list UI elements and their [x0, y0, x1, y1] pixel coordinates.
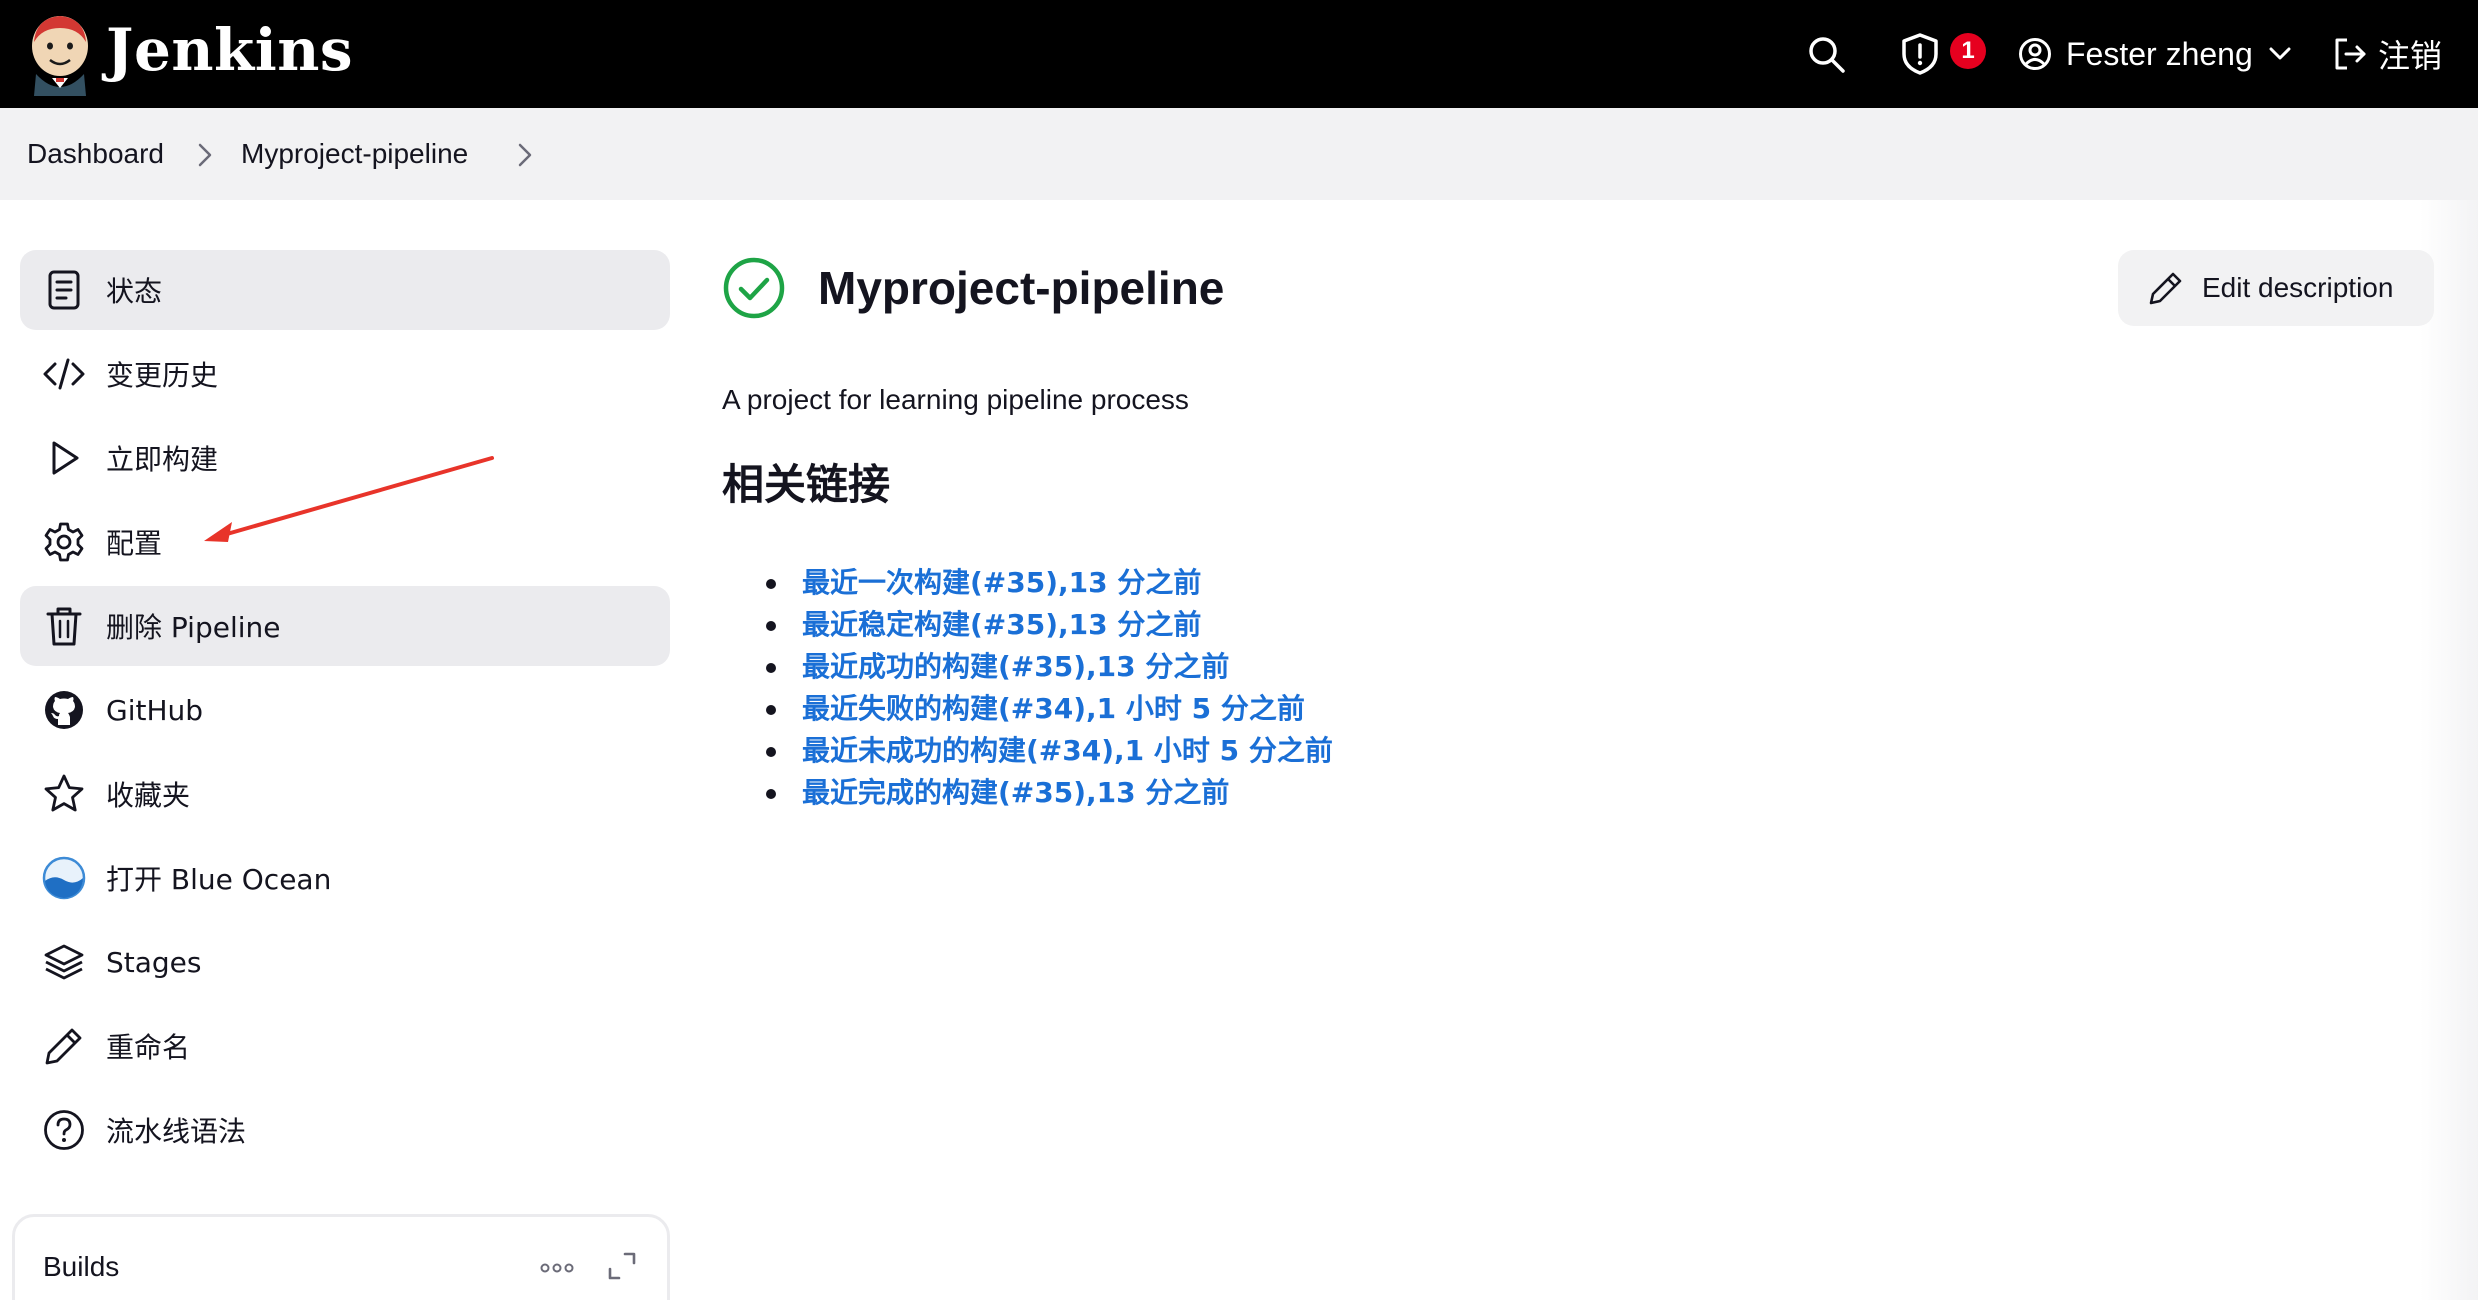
page-title: Myproject-pipeline — [818, 262, 1225, 314]
blue-ocean-icon — [42, 856, 86, 900]
user-menu[interactable]: Fester zheng — [2018, 28, 2291, 80]
link-last-successful-build[interactable]: 最近成功的构建(#35),13 分之前 — [802, 650, 1229, 683]
more-options-icon[interactable] — [537, 1253, 577, 1283]
sidebar-item-label: 变更历史 — [106, 359, 219, 392]
link-last-failed-build[interactable]: 最近失败的构建(#34),1 小时 5 分之前 — [802, 692, 1305, 725]
project-description: A project for learning pipeline process — [722, 384, 1189, 415]
trash-icon — [42, 604, 86, 648]
sidebar-item-label: 重命名 — [106, 1031, 191, 1064]
layers-icon — [42, 940, 86, 984]
sidebar-item-delete-pipeline[interactable]: 删除 Pipeline — [20, 586, 670, 666]
document-icon — [42, 268, 86, 312]
sidebar-item-pipeline-syntax[interactable]: 流水线语法 — [20, 1090, 670, 1170]
sidebar-item-label: 收藏夹 — [106, 779, 191, 812]
help-icon — [42, 1108, 86, 1152]
success-status-icon — [723, 257, 785, 319]
shield-icon[interactable] — [1900, 32, 1940, 76]
related-links-list: 最近一次构建(#35),13 分之前 最近稳定构建(#35),13 分之前 最近… — [722, 562, 1333, 814]
list-item: 最近一次构建(#35),13 分之前 — [722, 562, 1333, 604]
brand-name[interactable]: Jenkins — [106, 16, 353, 84]
link-last-completed-build[interactable]: 最近完成的构建(#35),13 分之前 — [802, 776, 1229, 809]
star-icon — [42, 772, 86, 816]
logout-button[interactable]: 注销 — [2332, 28, 2442, 80]
logout-icon — [2335, 38, 2366, 70]
github-icon — [42, 688, 86, 732]
breadcrumb-dashboard[interactable]: Dashboard — [27, 108, 164, 200]
sidebar-item-blue-ocean[interactable]: 打开 Blue Ocean — [20, 838, 670, 918]
sidebar-item-label: 打开 Blue Ocean — [106, 863, 332, 896]
sidebar-item-favorites[interactable]: 收藏夹 — [20, 754, 670, 834]
jenkins-logo[interactable] — [26, 12, 94, 96]
play-icon — [42, 436, 86, 480]
chevron-down-icon[interactable] — [2269, 47, 2291, 61]
sidebar-item-label: Stages — [106, 945, 202, 979]
security-count-badge[interactable]: 1 — [1950, 33, 1986, 69]
top-header: Jenkins 1 Fester zheng 注销 — [0, 0, 2478, 108]
chevron-right-icon[interactable] — [514, 142, 536, 168]
sidebar-item-status[interactable]: 状态 — [20, 250, 670, 330]
link-last-stable-build[interactable]: 最近稳定构建(#35),13 分之前 — [802, 608, 1201, 641]
pencil-icon — [2149, 272, 2182, 305]
list-item: 最近成功的构建(#35),13 分之前 — [722, 646, 1333, 688]
sidebar-item-github[interactable]: GitHub — [20, 670, 670, 750]
builds-title: Builds — [43, 1251, 120, 1282]
edit-description-label: Edit description — [2202, 272, 2394, 303]
annotation-arrow — [204, 456, 494, 542]
logout-label[interactable]: 注销 — [2378, 31, 2442, 77]
sidebar-item-stages[interactable]: Stages — [20, 922, 670, 1002]
expand-icon[interactable] — [605, 1249, 639, 1283]
search-icon[interactable] — [1806, 34, 1846, 74]
pencil-icon — [42, 1024, 86, 1068]
breadcrumb: Dashboard Myproject-pipeline — [0, 108, 2478, 200]
list-item: 最近失败的构建(#34),1 小时 5 分之前 — [722, 688, 1333, 730]
sidebar-item-changes[interactable]: 变更历史 — [20, 334, 670, 414]
related-links-heading: 相关链接 — [722, 460, 891, 509]
list-item: 最近未成功的构建(#34),1 小时 5 分之前 — [722, 730, 1333, 772]
sidebar-item-label: GitHub — [106, 693, 204, 727]
sidebar-item-label: 删除 Pipeline — [106, 611, 281, 644]
right-edge-shadow — [2420, 200, 2478, 1300]
list-item: 最近稳定构建(#35),13 分之前 — [722, 604, 1333, 646]
builds-panel: Builds — [12, 1214, 670, 1300]
user-icon — [2019, 38, 2051, 70]
link-last-build[interactable]: 最近一次构建(#35),13 分之前 — [802, 566, 1201, 599]
breadcrumb-project[interactable]: Myproject-pipeline — [241, 108, 468, 200]
link-last-unsuccessful-build[interactable]: 最近未成功的构建(#34),1 小时 5 分之前 — [802, 734, 1333, 767]
user-name[interactable]: Fester zheng — [2066, 36, 2253, 73]
list-item: 最近完成的构建(#35),13 分之前 — [722, 772, 1333, 814]
edit-description-button[interactable]: Edit description — [2118, 250, 2434, 326]
gear-icon — [42, 520, 86, 564]
sidebar-item-label: 流水线语法 — [106, 1115, 247, 1148]
code-icon — [42, 352, 86, 396]
sidebar-item-label: 配置 — [106, 527, 163, 560]
sidebar-item-rename[interactable]: 重命名 — [20, 1006, 670, 1086]
sidebar-item-label: 状态 — [106, 275, 163, 308]
chevron-right-icon — [198, 143, 212, 167]
